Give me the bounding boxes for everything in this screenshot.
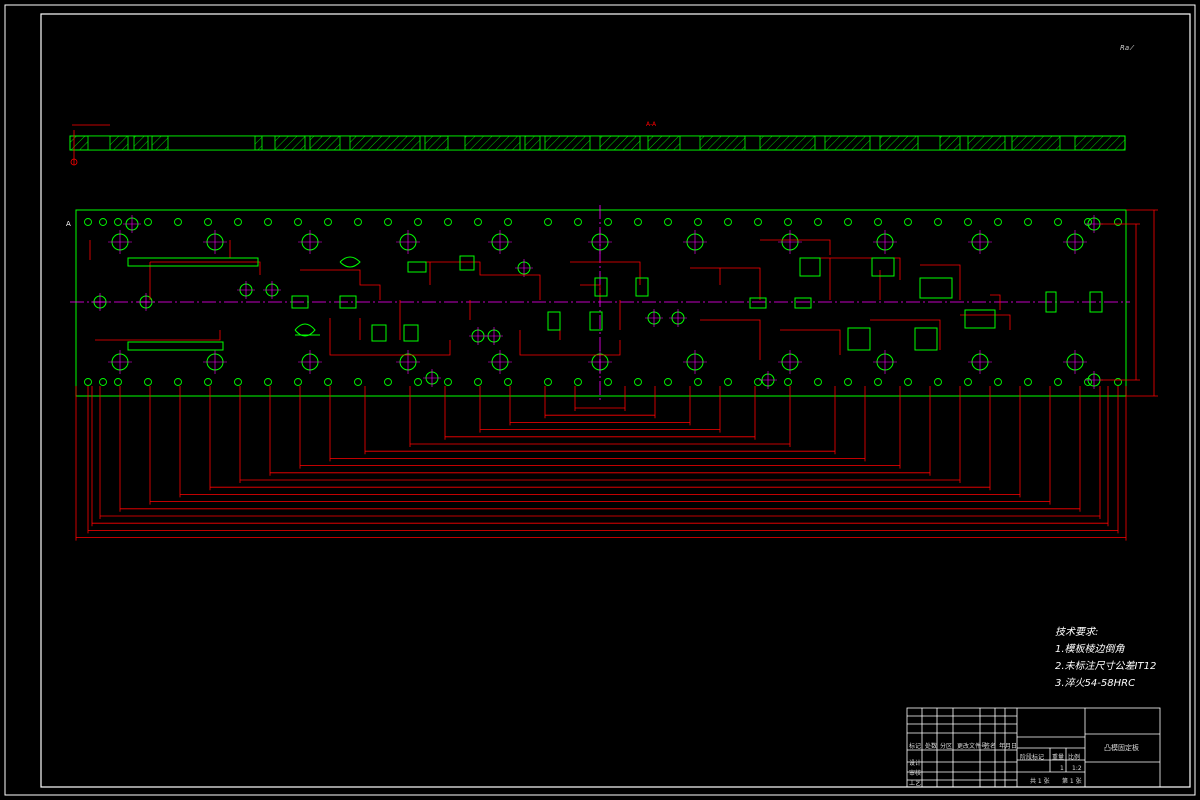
tb-mid-0: 阶段标记 [1020, 754, 1045, 761]
roughness-note: Ra ⁄ [1120, 44, 1133, 52]
tb-label-1: 处数 [925, 743, 938, 750]
drawing-sheet: A-A A [4, 4, 1196, 796]
plan-view [70, 205, 1130, 402]
tb-label-4: 签名 [984, 743, 997, 750]
side-dimension [1100, 209, 1158, 397]
note-item-3: 3.淬火54-58HRC [1055, 678, 1136, 689]
drawing-title: 凸模固定板 [1104, 744, 1139, 752]
tb-label-0: 标记 [909, 743, 922, 750]
sheet-count: 1 [1060, 765, 1064, 772]
tb-bottom-0: 共 1 张 [1030, 778, 1050, 785]
note-item-1: 1.模板棱边倒角 [1055, 644, 1125, 655]
scale-value: 1:2 [1072, 765, 1082, 772]
tb-left-0: 设计 [909, 760, 922, 767]
tb-mid-1: 重量 [1052, 754, 1065, 761]
tb-left-1: 审核 [909, 770, 922, 777]
tb-mid-2: 比例 [1068, 754, 1081, 761]
section-label: A-A [646, 121, 657, 128]
section-marker: A [66, 220, 71, 228]
note-item-2: 2.未标注尺寸公差IT12 [1055, 661, 1157, 672]
bottom-dimensions [75, 386, 1127, 541]
tb-label-3: 更改文件号 [957, 743, 988, 750]
tb-bottom-1: 第 1 张 [1062, 778, 1082, 785]
technical-notes: 技术要求: 1.模板棱边倒角 2.未标注尺寸公差IT12 3.淬火54-58HR… [1055, 624, 1156, 692]
section-view: A-A A [66, 121, 1126, 228]
drawing-frame [40, 13, 1191, 788]
tb-label-2: 分区 [940, 743, 953, 750]
notes-heading: 技术要求: [1055, 627, 1099, 638]
tb-left-2: 工艺 [909, 780, 922, 787]
tb-label-5: 年月日 [999, 743, 1018, 750]
